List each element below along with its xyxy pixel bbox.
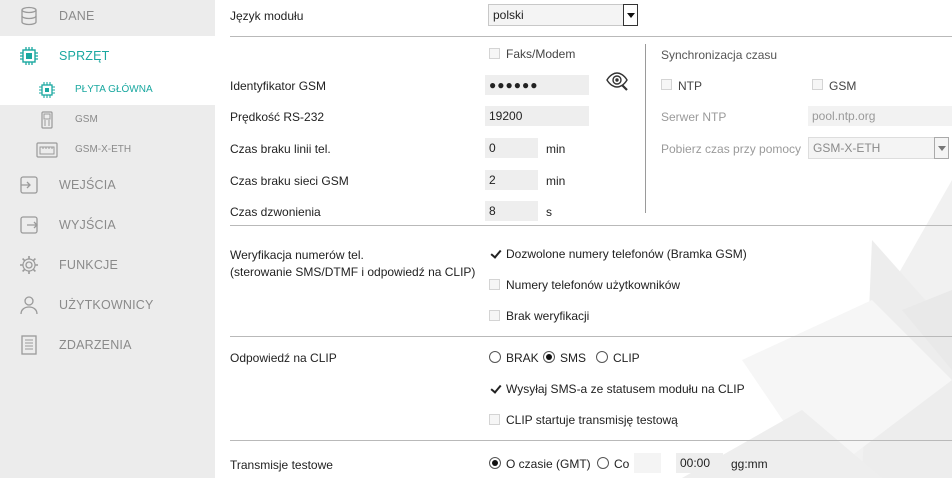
sidebar-subitem-gsm-x-eth[interactable]: GSM-X-ETH xyxy=(0,135,215,165)
clip-option-sms-label: SMS xyxy=(560,351,587,365)
sidebar-item-label: WYJŚCIA xyxy=(59,218,116,232)
chevron-down-icon[interactable] xyxy=(623,4,638,26)
chevron-down-icon[interactable] xyxy=(934,137,949,159)
divider xyxy=(230,440,952,441)
clip-option-clip-radio[interactable] xyxy=(596,351,608,363)
rs232-speed-label: Prędkość RS-232 xyxy=(230,110,325,124)
sidebar-item-wejscia[interactable]: WEJŚCIA xyxy=(0,165,215,205)
no-line-time-unit: min xyxy=(546,142,566,156)
fetch-time-label: Pobierz czas przy pomocy xyxy=(661,142,802,156)
sidebar: DANE SPRZĘT PŁYTA GŁÓWNA GSM GSM-X-ETH W… xyxy=(0,0,215,478)
sidebar-item-label: WEJŚCIA xyxy=(59,178,116,192)
time-sync-title: Synchronizacja czasu xyxy=(661,48,778,62)
sidebar-subitem-label: GSM xyxy=(75,114,98,125)
chip-icon xyxy=(20,47,38,65)
fetch-time-value: GSM-X-ETH xyxy=(813,141,881,155)
sidebar-subitem-label: GSM-X-ETH xyxy=(75,144,132,155)
test-time-radio[interactable] xyxy=(489,457,501,469)
gsm-sync-label: GSM xyxy=(829,79,857,93)
module-language-label: Język modułu xyxy=(230,9,304,23)
no-gsm-time-unit: min xyxy=(546,174,566,188)
ntp-label: NTP xyxy=(678,79,702,93)
list-icon xyxy=(21,335,37,355)
clip-response-label: Odpowiedź na CLIP xyxy=(230,351,337,365)
main-panel: Język modułu polski Faks/Modem Identyfik… xyxy=(215,0,952,478)
no-verification-checkbox[interactable] xyxy=(489,310,500,321)
no-line-time-input[interactable]: 0 xyxy=(485,138,538,158)
test-every-input[interactable] xyxy=(634,453,661,473)
ring-time-label: Czas dzwonienia xyxy=(230,205,321,219)
divider xyxy=(230,336,952,337)
no-verification-label: Brak weryfikacji xyxy=(506,309,590,323)
gsm-id-input[interactable]: ●●●●●● xyxy=(485,75,589,95)
no-gsm-time-label: Czas braku sieci GSM xyxy=(230,174,349,188)
sidebar-item-zdarzenia[interactable]: ZDARZENIA xyxy=(0,325,215,365)
sidebar-item-uzytkownicy[interactable]: UŻYTKOWNICY xyxy=(0,285,215,325)
board-icon xyxy=(39,82,55,98)
user-numbers-checkbox[interactable] xyxy=(489,279,500,290)
sidebar-subitem-plyta-glowna[interactable]: PŁYTA GŁÓWNA xyxy=(0,75,215,105)
input-icon xyxy=(20,176,38,194)
sidebar-item-dane[interactable]: DANE xyxy=(0,0,215,36)
allowed-numbers-checkbox[interactable] xyxy=(490,248,501,259)
sidebar-item-sprzet[interactable]: SPRZĘT xyxy=(0,36,215,76)
no-gsm-time-input[interactable]: 2 xyxy=(485,170,538,190)
clip-option-brak-label: BRAK xyxy=(506,351,539,365)
ntp-server-label: Serwer NTP xyxy=(661,110,727,124)
test-time-input[interactable]: 00:00 xyxy=(676,453,723,473)
sidebar-item-label: SPRZĘT xyxy=(59,49,110,63)
sidebar-item-label: UŻYTKOWNICY xyxy=(59,298,154,312)
fetch-time-select[interactable]: GSM-X-ETH xyxy=(808,137,949,159)
clip-option-clip-label: CLIP xyxy=(613,351,640,365)
phone-icon xyxy=(41,111,53,129)
ntp-checkbox[interactable] xyxy=(661,79,672,90)
test-every-label: Co xyxy=(614,457,630,471)
verification-sublabel: (sterowanie SMS/DTMF i odpowiedź na CLIP… xyxy=(230,265,476,279)
module-language-select[interactable]: polski xyxy=(488,4,638,26)
ring-time-input[interactable]: 8 xyxy=(485,201,538,221)
fax-modem-checkbox[interactable] xyxy=(489,48,500,59)
send-sms-status-label: Wysyłaj SMS-a ze statusem modułu na CLIP xyxy=(506,382,745,396)
ethernet-module-icon xyxy=(36,142,58,158)
database-icon xyxy=(21,6,37,26)
gsm-sync-checkbox[interactable] xyxy=(812,79,823,90)
sidebar-item-label: ZDARZENIA xyxy=(59,338,132,352)
allowed-numbers-label: Dozwolone numery telefonów (Bramka GSM) xyxy=(506,247,747,261)
test-every-radio[interactable] xyxy=(597,457,609,469)
test-time-unit: gg:mm xyxy=(731,457,768,471)
divider xyxy=(230,36,952,37)
verification-label: Weryfikacja numerów tel. xyxy=(230,248,364,262)
ntp-server-input[interactable]: pool.ntp.org xyxy=(808,106,952,126)
user-numbers-label: Numery telefonów użytkowników xyxy=(506,278,681,292)
user-icon xyxy=(20,296,38,315)
column-divider xyxy=(645,44,646,213)
test-transmissions-label: Transmisje testowe xyxy=(230,458,333,472)
rs232-speed-input[interactable]: 19200 xyxy=(485,106,589,126)
clip-option-brak-radio[interactable] xyxy=(489,351,501,363)
sidebar-item-label: FUNKCJE xyxy=(59,258,119,272)
sidebar-item-label: DANE xyxy=(59,9,95,23)
send-sms-status-checkbox[interactable] xyxy=(490,383,501,394)
sidebar-item-wyjscia[interactable]: WYJŚCIA xyxy=(0,205,215,245)
divider xyxy=(230,225,952,226)
ring-time-unit: s xyxy=(546,205,552,219)
sidebar-subitem-gsm[interactable]: GSM xyxy=(0,105,215,135)
clip-test-label: CLIP startuje transmisję testową xyxy=(506,413,678,427)
clip-test-checkbox[interactable] xyxy=(489,414,500,425)
sidebar-subitem-label: PŁYTA GŁÓWNA xyxy=(75,84,153,95)
eye-icon[interactable] xyxy=(606,70,630,94)
sidebar-item-funkcje[interactable]: FUNKCJE xyxy=(0,245,215,285)
gear-icon xyxy=(20,256,38,274)
clip-option-sms-radio[interactable] xyxy=(543,351,555,363)
fax-modem-label: Faks/Modem xyxy=(506,47,576,61)
gsm-id-label: Identyfikator GSM xyxy=(230,79,327,93)
no-line-time-label: Czas braku linii tel. xyxy=(230,142,331,156)
module-language-value: polski xyxy=(493,8,524,22)
test-time-label: O czasie (GMT) xyxy=(506,457,591,471)
output-icon xyxy=(20,216,38,234)
